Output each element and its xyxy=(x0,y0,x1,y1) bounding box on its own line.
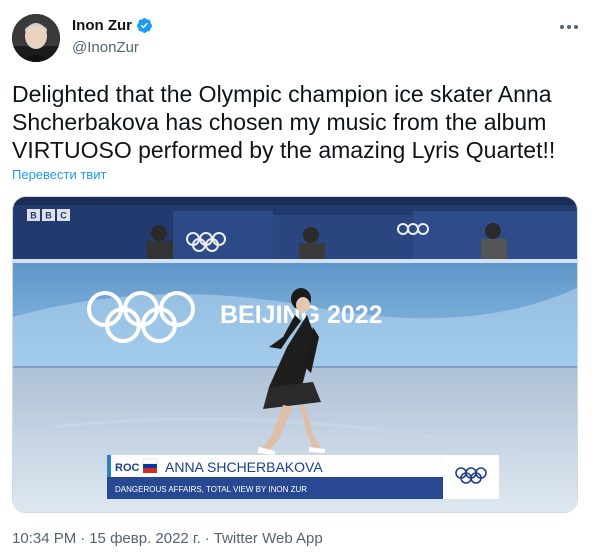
bbc-logo: B B C xyxy=(27,209,70,221)
more-horizontal-icon xyxy=(560,25,578,29)
author-name[interactable]: Inon Zur xyxy=(72,17,153,34)
video-frame: B B C BEIJING 2022 ROC ANNA SHCHERBAKOVA… xyxy=(13,197,577,512)
verified-badge-icon xyxy=(137,18,152,33)
tweet-text: Delighted that the Olympic champion ice … xyxy=(12,81,556,163)
svg-text:B: B xyxy=(30,211,37,221)
tweet-time[interactable]: 10:34 PM xyxy=(12,530,76,547)
lower-third-caption: DANGEROUS AFFAIRS, TOTAL VIEW BY INON ZU… xyxy=(115,485,307,494)
lower-third-name: ANNA SHCHERBAKOVA xyxy=(165,459,323,475)
meta-separator: · xyxy=(80,530,86,547)
tweet-media[interactable]: B B C BEIJING 2022 ROC ANNA SHCHERBAKOVA… xyxy=(12,196,578,513)
author-name-text[interactable]: Inon Zur xyxy=(72,17,132,34)
svg-text:B: B xyxy=(45,211,52,221)
author-handle[interactable]: @InonZur xyxy=(72,39,139,56)
meta-separator: · xyxy=(204,530,210,547)
svg-text:C: C xyxy=(60,211,67,221)
more-options-button[interactable] xyxy=(556,14,582,40)
avatar[interactable] xyxy=(12,14,60,62)
lower-third-country: ROC xyxy=(115,462,140,474)
lower-third-graphic: ROC ANNA SHCHERBAKOVA DANGEROUS AFFAIRS,… xyxy=(107,455,499,499)
tweet-date[interactable]: 15 февр. 2022 г. xyxy=(89,530,201,547)
tweet-meta: 10:34 PM · 15 февр. 2022 г. · Twitter Web Ap… xyxy=(12,530,323,547)
tweet-source[interactable]: Twitter Web App xyxy=(214,530,323,547)
translate-tweet-link[interactable]: Перевести твит xyxy=(12,167,106,182)
tweet-card: Inon Zur @InonZur Delighted that the Oly… xyxy=(0,0,599,558)
